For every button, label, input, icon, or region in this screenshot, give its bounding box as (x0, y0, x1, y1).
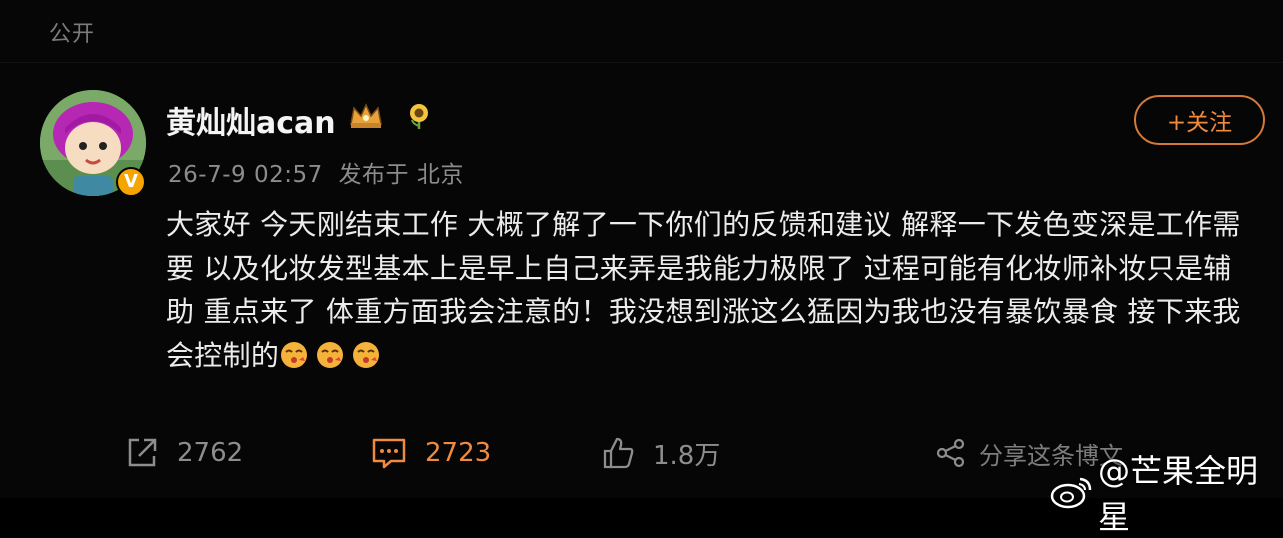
verified-badge-icon: V (116, 167, 146, 197)
comment-count: 2723 (425, 438, 492, 468)
repost-count: 2762 (177, 438, 244, 468)
divider (0, 62, 1283, 63)
like-button[interactable]: 1.8万 (601, 430, 720, 476)
watermark-text: @芒果全明星 (1098, 452, 1259, 536)
comment-icon (371, 436, 407, 470)
comment-button[interactable]: 2723 (371, 430, 491, 476)
crown-badge-icon (348, 102, 384, 138)
kiss-face-emoji-icon (351, 339, 381, 369)
post-body: 大家好 今天刚结束工作 大概了解了一下你们的反馈和建议 解释一下发色变深是工作需… (166, 203, 1256, 377)
post-meta: 26-7-9 02:57 发布于 北京 (168, 155, 464, 189)
visibility-label: 公开 (49, 22, 96, 47)
follow-button[interactable]: +关注 (1134, 95, 1265, 145)
thumbs-up-icon (601, 436, 635, 470)
username-row: 黄灿灿acan (166, 98, 432, 142)
repost-icon (125, 436, 159, 470)
post-timestamp: 26-7-9 02:57 (168, 162, 323, 188)
like-count: 1.8万 (653, 440, 721, 471)
weibo-logo-icon (1050, 475, 1094, 509)
post-location: 发布于 北京 (338, 162, 464, 188)
kiss-face-emoji-icon (279, 339, 309, 369)
kiss-face-emoji-icon (315, 339, 345, 369)
sunflower-badge-icon (406, 102, 432, 138)
weibo-post-card: 公开 V 黄灿灿acan 26-7-9 02:57 发布于 北京 +关注 大家好… (0, 0, 1283, 536)
repost-button[interactable]: 2762 (125, 430, 243, 476)
watermark: @芒果全明星 (1050, 446, 1283, 538)
share-icon (935, 437, 967, 469)
username[interactable]: 黄灿灿acan (166, 98, 336, 142)
